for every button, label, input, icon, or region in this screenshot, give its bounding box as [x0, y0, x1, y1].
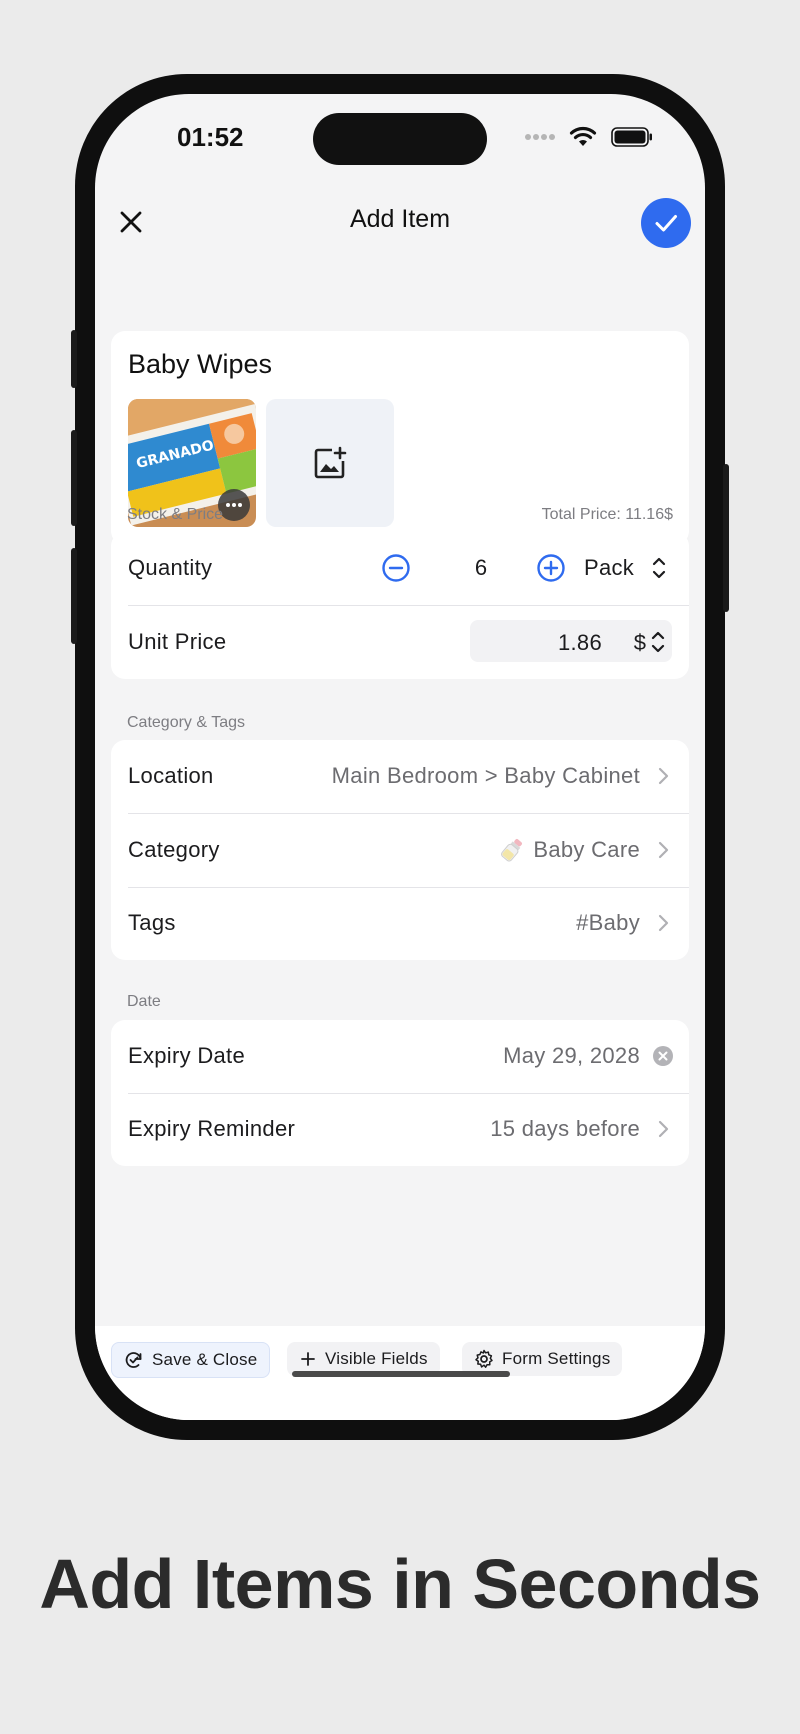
save-close-label: Save & Close [152, 1350, 258, 1369]
screen: 01:52 Add Item Baby Wipes GRANADO Stock … [95, 94, 705, 1420]
battery-icon [611, 127, 652, 147]
category-row[interactable]: Category Baby Care [111, 814, 689, 887]
unit-selector[interactable]: Pack [584, 555, 634, 581]
category-value: Baby Care [501, 837, 640, 863]
location-value: Main Bedroom > Baby Cabinet [331, 763, 640, 788]
nav-header: Add Item [95, 192, 705, 254]
total-price: Total Price: 11.16$ [541, 506, 673, 523]
chevron-right-icon [658, 1120, 669, 1138]
section-label-category-tags: Category & Tags [127, 714, 245, 731]
status-time: 01:52 [177, 122, 244, 152]
dynamic-island [313, 113, 487, 165]
tags-label: Tags [128, 910, 176, 935]
wifi-icon [569, 126, 597, 146]
category-value-text: Baby Care [533, 837, 640, 862]
expiry-reminder-value: 15 days before [490, 1116, 640, 1141]
section-label-stock-price: Stock & Price [127, 506, 224, 523]
section-label-date: Date [127, 993, 161, 1010]
chevron-right-icon [658, 767, 669, 785]
quantity-label: Quantity [128, 555, 213, 580]
confirm-button[interactable] [641, 198, 691, 248]
expiry-date-row[interactable]: Expiry Date May 29, 2028 [111, 1020, 689, 1093]
gear-icon [475, 1349, 493, 1368]
tags-value: #Baby [576, 910, 640, 935]
form-settings-label: Form Settings [502, 1349, 611, 1368]
date-card: Expiry Date May 29, 2028 Expiry Reminder… [111, 1020, 689, 1166]
save-close-icon [125, 1352, 142, 1368]
minus-circle-icon[interactable] [381, 553, 411, 583]
action-button [71, 330, 77, 388]
item-name-field[interactable]: Baby Wipes [128, 349, 272, 380]
page-title: Add Item [349, 205, 451, 233]
checkmark-icon [655, 215, 677, 232]
bottle-icon [501, 839, 523, 862]
expiry-date-label: Expiry Date [128, 1043, 246, 1068]
more-icon[interactable] [226, 503, 242, 507]
expiry-reminder-label: Expiry Reminder [128, 1116, 296, 1141]
clear-icon[interactable] [653, 1046, 673, 1066]
expiry-date-value: May 29, 2028 [503, 1043, 640, 1068]
unit-price-field[interactable]: 1.86 $ [470, 620, 672, 662]
phone-frame: 01:52 Add Item Baby Wipes GRANADO Stock … [71, 74, 729, 1440]
tags-row[interactable]: Tags #Baby [111, 887, 689, 960]
unit-price-row: Unit Price 1.86 $ [111, 606, 689, 679]
plus-icon [301, 1352, 315, 1366]
home-indicator[interactable] [292, 1371, 510, 1377]
power-button [723, 464, 729, 612]
up-down-chevron-icon[interactable] [650, 628, 666, 656]
expiry-reminder-row[interactable]: Expiry Reminder 15 days before [111, 1093, 689, 1166]
status-icons [525, 126, 653, 148]
location-label: Location [128, 763, 214, 788]
currency-selector[interactable]: $ [634, 630, 646, 656]
up-down-chevron-icon[interactable] [651, 554, 667, 582]
visible-fields-label: Visible Fields [325, 1349, 428, 1368]
category-tags-card: Location Main Bedroom > Baby Cabinet Cat… [111, 740, 689, 960]
plus-circle-icon[interactable] [536, 553, 566, 583]
save-close-button[interactable]: Save & Close [111, 1342, 271, 1378]
volume-up-button [71, 430, 77, 526]
add-photo-button[interactable] [266, 399, 394, 527]
unit-price-label: Unit Price [128, 629, 227, 654]
stock-price-card: Quantity 6 Pack Unit Price 1.86 $ [111, 532, 689, 679]
add-photo-icon [314, 446, 347, 479]
unit-price-value: 1.86 [557, 630, 602, 655]
location-row[interactable]: Location Main Bedroom > Baby Cabinet [111, 740, 689, 813]
quantity-row: Quantity 6 Pack [111, 532, 689, 605]
marketing-tagline: Add Items in Seconds [39, 1545, 761, 1623]
chevron-right-icon [658, 841, 669, 859]
quantity-value[interactable]: 6 [466, 555, 496, 581]
chevron-right-icon [658, 914, 669, 932]
category-label: Category [128, 837, 220, 862]
signal-icon [525, 134, 555, 140]
volume-down-button [71, 548, 77, 644]
